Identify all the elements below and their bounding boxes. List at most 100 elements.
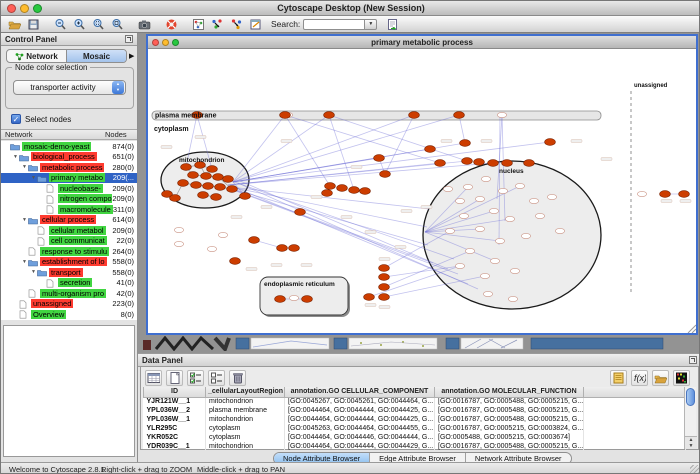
network-node[interactable] [515,183,524,188]
network-node[interactable] [488,160,499,167]
tab-overflow-arrow[interactable]: ▶ [129,52,134,60]
network-node[interactable] [240,193,251,200]
network-node[interactable] [213,174,224,181]
network-canvas[interactable]: plasma membranecytoplasmmitochondrionnuc… [148,49,696,333]
network-node[interactable] [207,246,216,251]
expand-arrow-icon[interactable]: ▼ [21,259,28,265]
formula-builder-icon[interactable]: f(x) [631,370,648,386]
tree-row[interactable]: multi-organism pro42(0) [1,288,137,299]
open-icon[interactable] [7,17,22,31]
network-node[interactable] [455,263,464,268]
network-node[interactable] [679,191,690,198]
network-node[interactable] [295,209,306,216]
snapshot-icon[interactable] [137,17,152,31]
select-attributes-icon[interactable] [187,370,204,386]
network-node[interactable] [463,184,472,189]
annotation-icon[interactable] [248,17,263,31]
float-data-panel-icon[interactable] [689,356,697,364]
network-node[interactable] [462,158,473,165]
attribute-table-icon[interactable] [145,370,162,386]
network-node[interactable] [379,274,390,281]
network-node[interactable] [325,183,336,190]
table-row[interactable]: YPL036W__1mitochondrion[GO:0044464, GO:0… [144,415,686,424]
network-node[interactable] [481,176,490,181]
delete-attribute-icon[interactable] [229,370,246,386]
scrollbar-thumb[interactable] [686,388,695,406]
tab-mosaic[interactable]: Mosaic [66,50,126,62]
network-node[interactable] [535,213,544,218]
network-node[interactable] [380,171,391,178]
network-node[interactable] [505,216,514,221]
tree-row[interactable]: unassigned223(0) [1,299,137,310]
network-node[interactable] [508,296,517,301]
tree-row[interactable]: mosaic-demo-yeast874(0) [1,141,137,152]
network-node[interactable] [379,294,390,301]
zoom-in-icon[interactable] [72,17,87,31]
network-node[interactable] [322,190,333,197]
node-color-dropdown[interactable]: transporter activity ▲▼ [13,80,126,95]
network-node[interactable] [379,265,390,272]
tree-row[interactable]: ▼primary metabo209(... [1,173,137,184]
table-column-header[interactable]: annotation.GO CELLULAR_COMPONENT [285,387,435,397]
network-node[interactable] [475,196,484,201]
network-node[interactable] [455,198,464,203]
tab-network[interactable]: Network [7,50,66,62]
tree-row[interactable]: cellular metabol209(0) [1,225,137,236]
network-node[interactable] [545,139,556,146]
network-node[interactable] [443,186,452,191]
tree-row[interactable]: Overview8(0) [1,309,137,320]
network-node[interactable] [502,160,513,167]
search-input[interactable] [303,19,365,30]
tree-row[interactable]: secretion41(0) [1,278,137,289]
network-node[interactable] [360,188,371,195]
network-node[interactable] [198,192,209,199]
table-column-header[interactable]: ID [144,387,206,397]
network-node[interactable] [483,291,492,296]
float-panel-icon[interactable] [125,35,133,43]
network-node[interactable] [181,164,192,171]
table-row[interactable]: YKR052Ccytoplasm[GO:0044464, GO:0044446,… [144,433,686,442]
table-row[interactable]: YPL036W__2plasma membrane[GO:0044464, GO… [144,406,686,415]
network-node[interactable] [555,228,564,233]
network-node[interactable] [409,112,420,119]
zoom-fit-icon[interactable] [110,17,125,31]
tree-row[interactable]: ▼transport558(0) [1,267,137,278]
network-node[interactable] [474,159,485,166]
expand-arrow-icon[interactable]: ▼ [21,217,28,223]
tree-row[interactable]: nitrogen compo209(0) [1,194,137,205]
network-node[interactable] [170,195,181,202]
network-node[interactable] [521,233,530,238]
network-node[interactable] [174,241,183,246]
network-node[interactable] [302,296,313,303]
network-overview-icon[interactable] [191,17,206,31]
network-node[interactable] [203,183,214,190]
network-node[interactable] [191,182,202,189]
network-node[interactable] [435,160,446,167]
network-node[interactable] [498,188,507,193]
network-node[interactable] [211,194,222,201]
network-node[interactable] [227,186,238,193]
network-node[interactable] [510,268,519,273]
import-table-icon[interactable] [652,370,669,386]
network-node[interactable] [324,112,335,119]
network-node[interactable] [460,140,471,147]
network-node[interactable] [425,146,436,153]
network-node[interactable] [445,228,454,233]
search-dropdown-button[interactable]: ▼ [365,19,377,30]
network-node[interactable] [465,248,474,253]
new-attribute-icon[interactable] [166,370,183,386]
select-nodes-checkbox[interactable]: ✓ [11,114,21,124]
expand-arrow-icon[interactable]: ▼ [30,269,37,275]
network-node[interactable] [524,160,535,167]
network-node[interactable] [174,227,183,232]
tree-row[interactable]: ▼biological_process651(0) [1,152,137,163]
network-node[interactable] [364,294,375,301]
expand-arrow-icon[interactable]: ▼ [21,164,28,170]
zoom-selected-icon[interactable] [91,17,106,31]
table-column-header[interactable]: annotation.GO MOLECULAR_FUNCTION [435,387,584,397]
inner-zoom-button[interactable] [172,39,179,46]
save-icon[interactable] [26,17,41,31]
close-button[interactable] [7,4,16,13]
tree-row[interactable]: ▼establishment of lo558(0) [1,257,137,268]
tree-row[interactable]: nucleobase-209(0) [1,183,137,194]
